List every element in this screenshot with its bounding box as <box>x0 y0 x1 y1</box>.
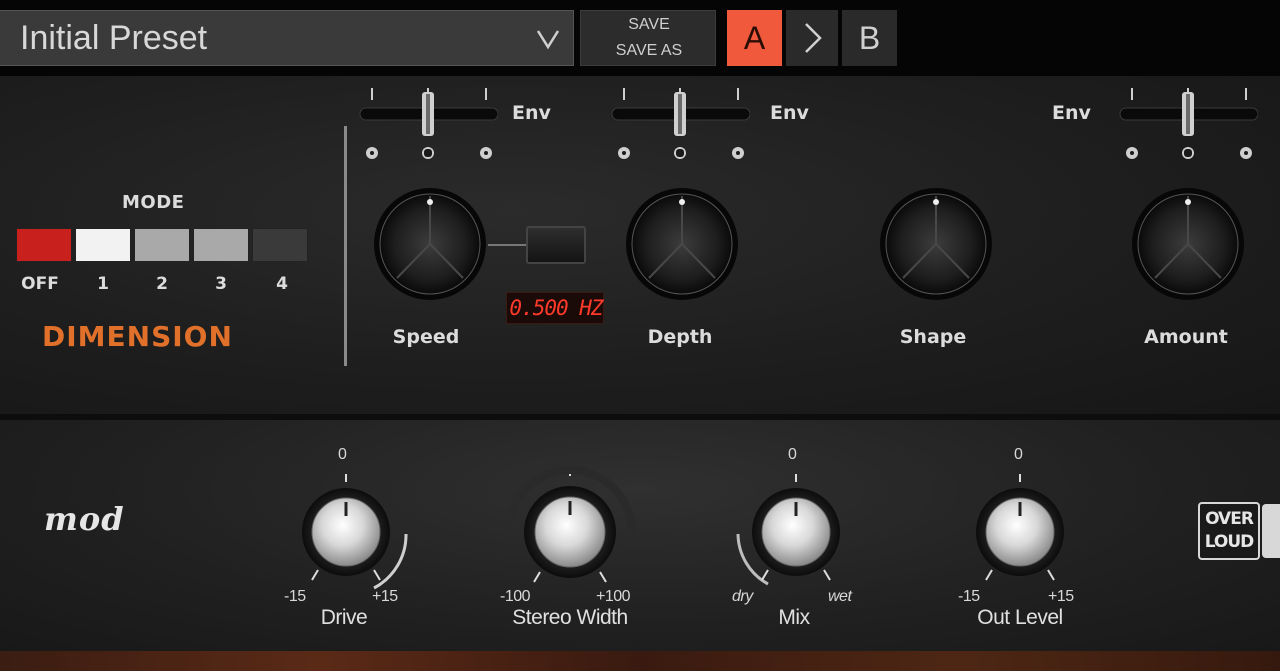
speed-env-label: Env <box>512 102 551 124</box>
mode-button-3[interactable] <box>193 228 249 262</box>
sync-button[interactable] <box>526 226 586 264</box>
sync-connector <box>488 244 528 246</box>
chevron-down-icon <box>536 30 560 50</box>
amount-label: Amount <box>1144 326 1228 348</box>
mix-dry-label: dry <box>732 588 753 605</box>
mode-label-4: 4 <box>276 274 288 294</box>
copy-a-to-b-button[interactable] <box>786 10 838 66</box>
amount-env-label: Env <box>1052 102 1091 124</box>
mode-button-1[interactable] <box>75 228 131 262</box>
shape-knob[interactable] <box>878 186 994 302</box>
depth-knob[interactable] <box>624 186 740 302</box>
overloud-logo-line1: OVER <box>1205 509 1254 529</box>
mode-label-off: OFF <box>21 274 59 294</box>
mode-label-2: 2 <box>156 274 168 294</box>
overloud-logo: OVER LOUD <box>1198 502 1260 560</box>
side-panel-toggle[interactable] <box>1262 504 1280 558</box>
depth-env-slider[interactable] <box>610 82 750 162</box>
save-as-button[interactable]: SAVE AS <box>581 42 717 60</box>
depth-env-label: Env <box>770 102 809 124</box>
out-level-min-label: -15 <box>958 588 980 605</box>
mode-button-4[interactable] <box>252 228 308 262</box>
speed-display-value: 0.500 HZ <box>509 296 603 320</box>
mode-title: MODE <box>122 192 185 213</box>
out-level-label: Out Level <box>977 606 1063 629</box>
dimension-title: DIMENSION <box>42 320 233 353</box>
speed-knob[interactable] <box>372 186 488 302</box>
mix-wet-label: wet <box>828 588 852 605</box>
drive-label: Drive <box>320 606 368 629</box>
amount-knob[interactable] <box>1130 186 1246 302</box>
slot-a-button[interactable]: A <box>727 10 782 66</box>
stereo-width-max-label: +100 <box>596 588 631 605</box>
mode-button-off[interactable] <box>16 228 72 262</box>
depth-label: Depth <box>647 326 713 348</box>
slot-b-button[interactable]: B <box>842 10 897 66</box>
speed-display: 0.500 HZ <box>506 292 604 324</box>
mode-label-3: 3 <box>215 274 227 294</box>
preset-bar: Initial Preset SAVE SAVE AS A B <box>0 0 1280 76</box>
amount-env-slider[interactable] <box>1118 82 1258 162</box>
shape-label: Shape <box>899 326 967 348</box>
save-menu: SAVE SAVE AS <box>580 10 716 66</box>
speed-label: Speed <box>392 326 460 348</box>
chevron-right-icon <box>805 23 822 53</box>
preset-selector[interactable]: Initial Preset <box>0 10 574 66</box>
preset-name: Initial Preset <box>20 19 208 57</box>
mode-button-2[interactable] <box>134 228 190 262</box>
mode-label-1: 1 <box>97 274 109 294</box>
speed-env-slider[interactable] <box>358 82 498 162</box>
overloud-logo-line2: LOUD <box>1204 532 1255 552</box>
out-level-max-label: +15 <box>1048 588 1074 605</box>
stereo-width-label: Stereo Width <box>512 606 628 629</box>
save-button[interactable]: SAVE <box>581 16 717 34</box>
wood-trim <box>0 651 1280 671</box>
plugin-window: Initial Preset SAVE SAVE AS A B MODE OFF… <box>0 0 1280 671</box>
mod-logo: mod <box>44 500 125 538</box>
drive-min-label: -15 <box>284 588 306 605</box>
stereo-width-min-label: -100 <box>500 588 531 605</box>
drive-max-label: +15 <box>372 588 398 605</box>
mix-label: Mix <box>778 606 810 629</box>
